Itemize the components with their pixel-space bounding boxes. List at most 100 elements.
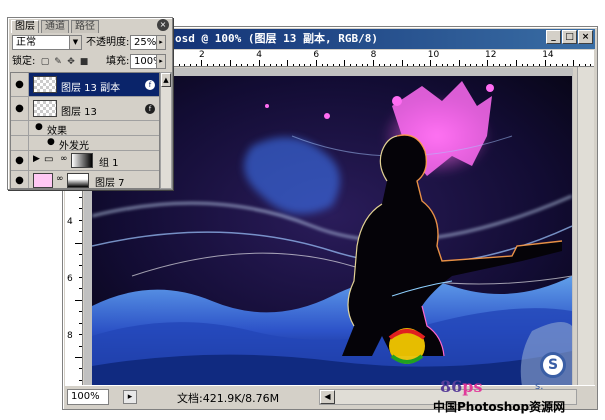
eye-icon[interactable]: ● [11, 171, 29, 188]
fx-icon[interactable]: f [145, 80, 155, 90]
opacity-label: 不透明度: [86, 37, 130, 48]
ruler-tick [504, 64, 506, 66]
ruler-tick [184, 64, 186, 66]
opacity-field[interactable]: 25% ▸ [130, 35, 166, 50]
ruler-tick [481, 64, 483, 66]
chevron-down-icon: ▼ [69, 36, 81, 49]
ruler-tick [79, 219, 82, 221]
layer-list-scrollbar[interactable]: ▲ [160, 72, 172, 189]
ruler-tick [252, 64, 254, 66]
ruler-tick [218, 64, 220, 66]
close-button[interactable]: × [578, 30, 593, 44]
ruler-tick [287, 60, 289, 66]
ruler-tick [270, 64, 272, 66]
tab-channels[interactable]: 通道 [41, 20, 69, 33]
group-mask-thumbnail [71, 153, 93, 168]
scroll-up-arrow-icon[interactable]: ▲ [161, 73, 171, 87]
ruler-tick [79, 208, 82, 210]
tab-layers[interactable]: 图层 [11, 20, 39, 33]
ruler-tick [258, 60, 260, 66]
layer-name: 图层 13 副本 [61, 83, 121, 94]
tab-paths[interactable]: 路径 [71, 20, 99, 33]
layer-row[interactable]: ● 图层 13 f [11, 97, 159, 121]
ruler-tick [521, 64, 523, 66]
effect-item-row[interactable]: ● 外发光 [11, 136, 159, 152]
expand-arrow-icon[interactable]: ▶ [33, 154, 40, 164]
ruler-tick [493, 64, 495, 66]
layer-mask-thumbnail [67, 173, 89, 188]
status-info-icon[interactable]: ▸ [123, 390, 137, 404]
ruler-tick [189, 64, 191, 66]
ruler-tick [195, 64, 197, 66]
ruler-label: 2 [199, 50, 205, 60]
effects-header-row[interactable]: ● 效果 [11, 121, 159, 137]
layer-thumbnail [33, 100, 57, 117]
blend-mode-select[interactable]: 正常 ▼ [12, 35, 82, 50]
fill-field[interactable]: 100% ▸ [130, 54, 166, 69]
ruler-tick [79, 368, 82, 370]
ruler-tick [498, 64, 500, 66]
ruler-tick [475, 64, 477, 66]
ruler-tick [79, 334, 82, 336]
ruler-tick [178, 64, 180, 66]
ruler-tick [418, 64, 420, 66]
zoom-level-field[interactable]: 100% [67, 389, 109, 405]
ruler-tick [390, 64, 392, 66]
layer-row[interactable]: ● 图层 13 副本 f [11, 73, 159, 97]
ruler-tick [224, 64, 226, 66]
ruler-tick [79, 276, 82, 278]
ruler-label: 12 [485, 50, 497, 60]
ruler-tick [79, 265, 82, 267]
ruler-tick [79, 322, 82, 324]
layer-row[interactable]: ● ∞ 图层 7 [11, 171, 159, 189]
ruler-label: 6 [313, 50, 320, 60]
ruler-tick [235, 64, 237, 66]
fx-icon[interactable]: f [145, 104, 155, 114]
ruler-tick [538, 64, 540, 66]
ruler-tick [79, 288, 82, 290]
eye-icon[interactable]: ● [11, 97, 29, 120]
ruler-tick [413, 64, 415, 66]
maximize-button[interactable]: □ [562, 30, 577, 44]
ruler-tick [332, 64, 334, 66]
eye-icon[interactable]: ● [11, 73, 29, 96]
watermark-ps-text: ps [462, 377, 483, 396]
vertical-scrollbar[interactable] [577, 67, 594, 385]
ruler-tick [79, 196, 82, 198]
effect-eye-icon[interactable]: ● [47, 137, 55, 147]
effect-eye-icon[interactable]: ● [35, 122, 43, 132]
group-row[interactable]: ● ▶ ▭ ∞ 组 1 [11, 151, 159, 171]
ruler-tick [321, 64, 323, 66]
ruler-tick [487, 60, 489, 66]
eye-icon[interactable] [11, 121, 29, 135]
layer-thumbnail [33, 76, 57, 93]
palette-tab-bar: 图层 通道 路径 × [9, 19, 171, 33]
ruler-label: 8 [370, 50, 377, 60]
ruler-tick [281, 64, 283, 66]
scroll-left-arrow-icon[interactable]: ◀ [320, 390, 335, 404]
document-size-info: 文档:421.9K/8.76M [177, 392, 280, 405]
lock-position-icon[interactable]: ✥ [66, 57, 76, 67]
ruler-tick [395, 64, 397, 66]
lock-transparency-icon[interactable]: ▢ [40, 57, 50, 67]
layer-name: 图层 7 [95, 178, 125, 189]
ruler-tick [401, 60, 403, 66]
ruler-label: 6 [67, 274, 73, 285]
watermark-badge-text: S [547, 357, 559, 373]
link-icon[interactable]: ∞ [56, 174, 64, 184]
opacity-arrow-icon: ▸ [156, 36, 165, 49]
ruler-tick [527, 64, 529, 66]
palette-close-icon[interactable]: × [157, 19, 169, 31]
eye-icon[interactable] [11, 136, 29, 150]
ruler-tick [315, 60, 317, 66]
ruler-tick [292, 64, 294, 66]
lock-all-icon[interactable]: ■ [79, 57, 89, 67]
link-icon[interactable]: ∞ [60, 154, 68, 164]
ruler-tick [367, 64, 369, 66]
ruler-tick [550, 64, 552, 66]
eye-icon[interactable]: ● [11, 151, 29, 170]
ruler-label: 4 [67, 217, 73, 227]
watermark-86-text: 86 [440, 377, 463, 396]
lock-paint-icon[interactable]: ✎ [53, 57, 63, 67]
minimize-button[interactable]: _ [546, 30, 561, 44]
